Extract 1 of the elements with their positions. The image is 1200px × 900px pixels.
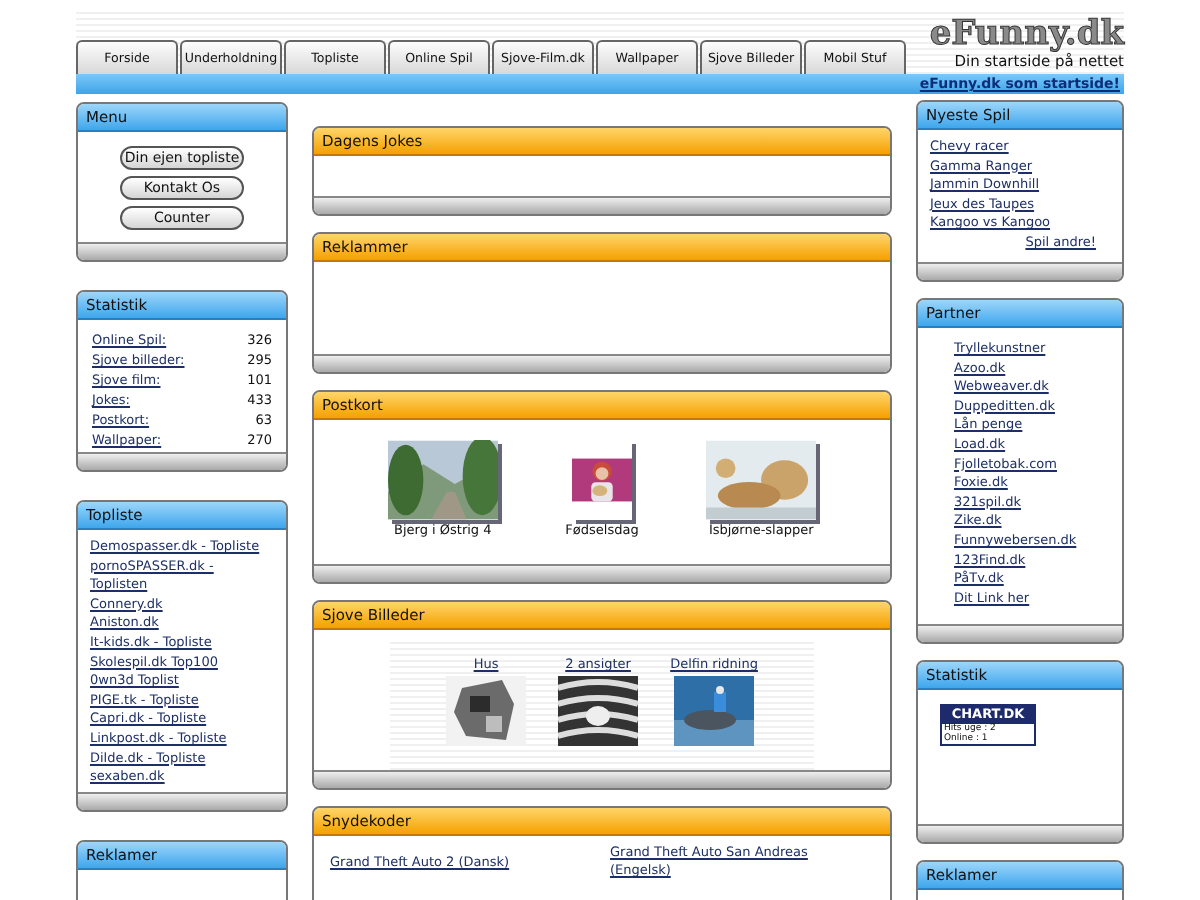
site-logo: eFunny.dk	[929, 16, 1124, 52]
